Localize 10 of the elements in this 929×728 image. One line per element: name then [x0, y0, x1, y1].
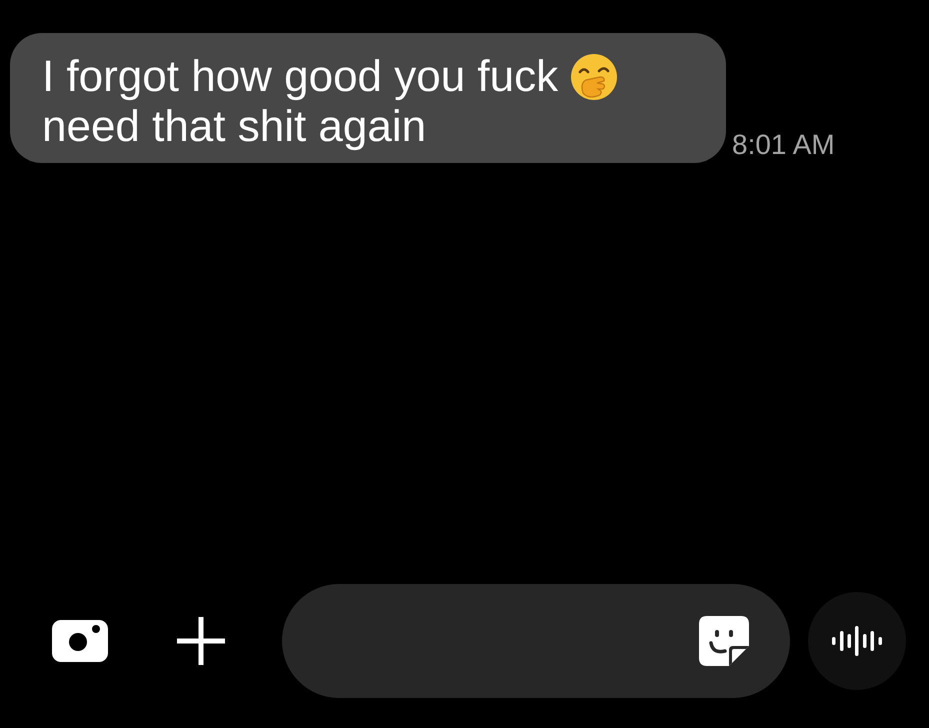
sticker-button[interactable] [698, 615, 750, 667]
sticker-icon [699, 616, 749, 666]
add-button[interactable] [176, 616, 226, 666]
hand-over-mouth-emoji-icon [570, 53, 618, 101]
message-text: need that shit again [42, 102, 426, 152]
message-text: I forgot how good you fuck [42, 52, 558, 102]
camera-icon [52, 620, 108, 662]
plus-icon [177, 617, 225, 665]
message-time: 8:01 AM [732, 129, 835, 161]
waveform-icon [832, 626, 882, 656]
